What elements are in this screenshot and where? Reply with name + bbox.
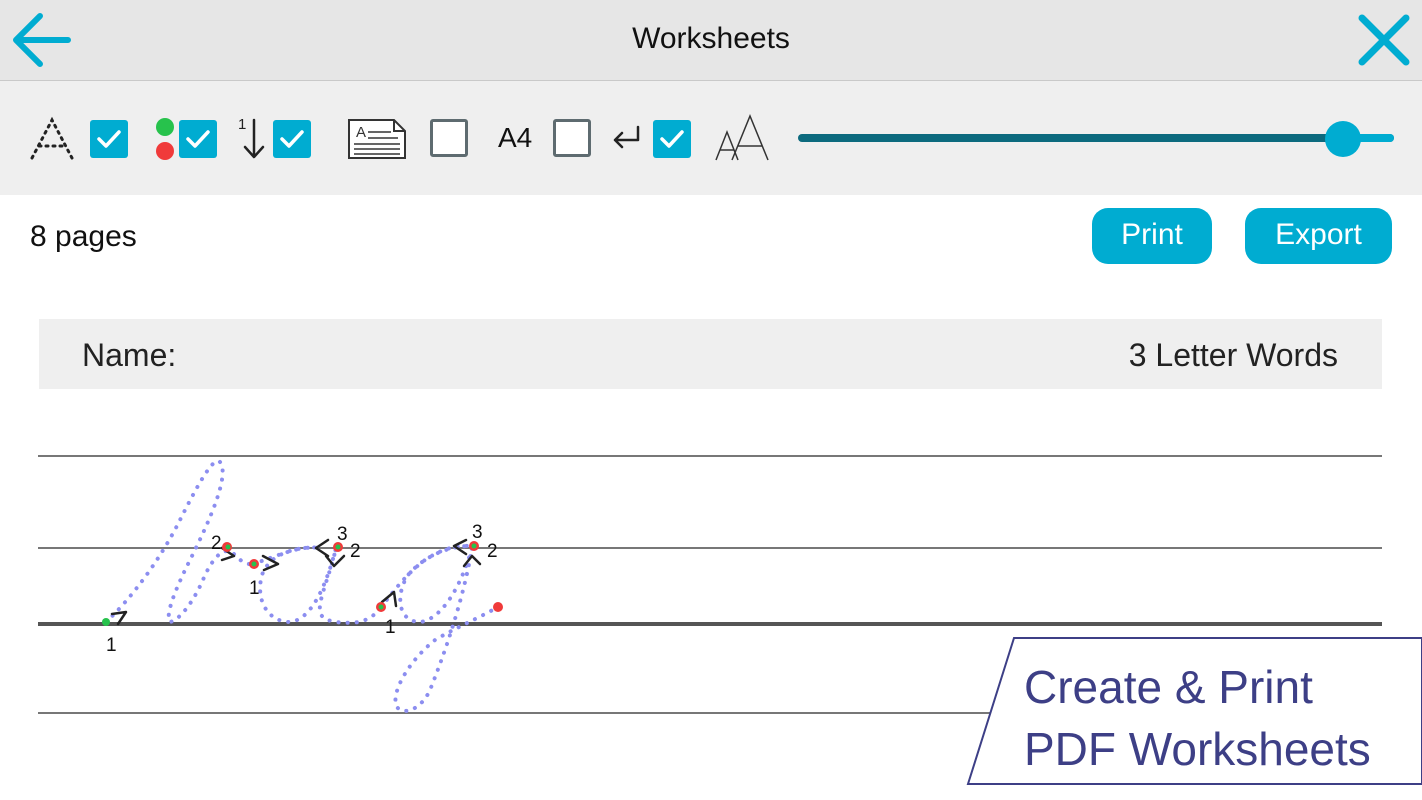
svg-text:1: 1 xyxy=(106,635,117,656)
print-button[interactable]: Print xyxy=(1092,208,1212,264)
traced-letters xyxy=(104,458,500,713)
start-end-dots-icon xyxy=(156,118,174,160)
svg-text:2: 2 xyxy=(487,541,498,562)
return-icon xyxy=(613,125,640,149)
svg-text:1: 1 xyxy=(385,617,396,638)
svg-text:2: 2 xyxy=(350,541,361,562)
dotted-letter-icon xyxy=(30,116,74,160)
svg-text:3: 3 xyxy=(472,522,483,543)
start-end-dots xyxy=(102,541,503,626)
export-button[interactable]: Export xyxy=(1245,208,1392,264)
font-size-slider-remaining xyxy=(1360,134,1394,142)
checkmark-icon xyxy=(97,130,121,148)
checkmark-icon xyxy=(660,130,684,148)
font-size-slider[interactable] xyxy=(798,134,1394,142)
text-lines-icon: A xyxy=(348,119,406,159)
promo-banner-text: Create & Print PDF Worksheets xyxy=(1024,656,1371,780)
font-size-slider-thumb[interactable] xyxy=(1325,121,1361,157)
page-count: 8 pages xyxy=(30,220,137,253)
line-break-checkbox[interactable] xyxy=(653,120,691,158)
checkmark-icon xyxy=(186,130,210,148)
promo-line-2: PDF Worksheets xyxy=(1024,723,1371,775)
text-lines-checkbox[interactable] xyxy=(430,119,468,157)
worksheet-title: 3 Letter Words xyxy=(1128,337,1338,373)
promo-line-1: Create & Print xyxy=(1024,661,1313,713)
start-end-dots-checkbox[interactable] xyxy=(179,120,217,158)
dotted-letter-checkbox[interactable] xyxy=(90,120,128,158)
paper-size-label: A4 xyxy=(498,122,533,153)
stroke-order-numbers: 1 2 1 3 2 1 3 2 xyxy=(106,522,498,656)
paper-size-checkbox[interactable] xyxy=(553,119,591,157)
svg-text:1: 1 xyxy=(249,578,260,599)
svg-text:1: 1 xyxy=(238,116,246,133)
close-button[interactable] xyxy=(1354,12,1414,70)
checkmark-icon xyxy=(280,130,304,148)
font-size-icon xyxy=(715,114,769,161)
svg-text:2: 2 xyxy=(211,533,222,554)
svg-text:3: 3 xyxy=(337,524,348,545)
stroke-order-icon: 1 xyxy=(238,116,265,159)
close-icon xyxy=(1358,14,1410,66)
svg-text:A: A xyxy=(356,124,366,141)
name-label: Name: xyxy=(82,337,177,373)
stroke-order-marks xyxy=(110,538,482,626)
stroke-order-checkbox[interactable] xyxy=(273,120,311,158)
page-title: Worksheets xyxy=(632,22,790,55)
